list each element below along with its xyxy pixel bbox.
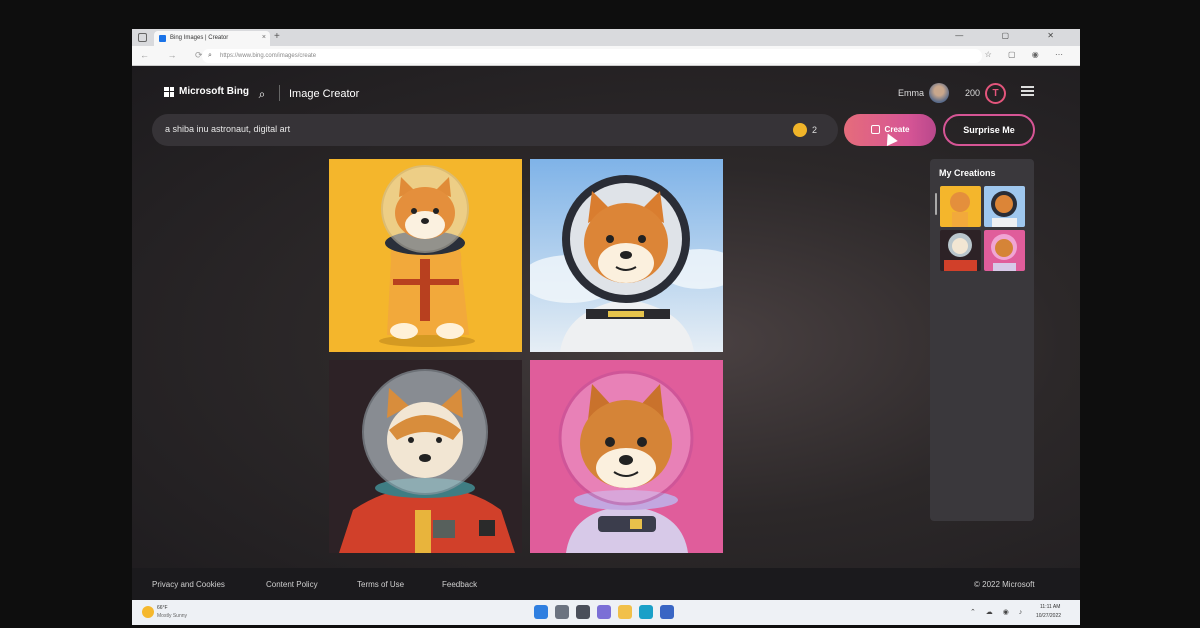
result-image-2[interactable] — [530, 159, 723, 352]
tab-title: Bing Images | Creator — [170, 35, 229, 41]
creation-thumbnail-4[interactable] — [984, 230, 1025, 271]
creation-thumbnail-1[interactable] — [940, 186, 981, 227]
rewards-icon[interactable]: T — [985, 83, 1006, 104]
weather-temp: 66°F — [157, 605, 168, 611]
result-grid — [329, 159, 723, 553]
address-bar-row: ← → ⟳ ⌕ https://www.bing.com/images/crea… — [132, 46, 1080, 66]
brand-name: Microsoft Bing — [179, 86, 249, 97]
file-explorer-icon[interactable] — [618, 605, 632, 619]
page: Microsoft Bing ⌕ Image Creator Emma 200 … — [132, 66, 1080, 568]
creations-scrollbar[interactable] — [935, 193, 937, 215]
start-icon[interactable] — [534, 605, 548, 619]
browser-tools[interactable]: ☆ ▢ ◉ ⋯ — [985, 50, 1070, 59]
lock-icon: ⌕ — [208, 52, 212, 59]
footer-link-feedback[interactable]: Feedback — [442, 580, 477, 589]
creation-thumbnail-2[interactable] — [984, 186, 1025, 227]
edge-browser-icon[interactable] — [639, 605, 653, 619]
shiba-pink-suit-image — [558, 370, 694, 553]
creations-thumbnails — [940, 186, 1025, 271]
bing-logo[interactable]: Microsoft Bing — [164, 86, 249, 97]
bing-favicon-icon — [159, 35, 166, 42]
tab-actions-icon[interactable] — [138, 33, 147, 42]
header-divider — [279, 85, 280, 101]
result-image-3[interactable] — [329, 360, 522, 553]
footer-link-privacy[interactable]: Privacy and Cookies — [152, 580, 225, 589]
creation-thumbnail-3[interactable] — [940, 230, 981, 271]
clock-time[interactable]: 11:11 AM — [1040, 604, 1060, 610]
system-tray-icons[interactable]: ⌃ ☁ ◉ ♪ — [970, 608, 1026, 616]
screen: Bing Images | Creator × + — ▢ ✕ ← → ⟳ ⌕ … — [132, 29, 1080, 625]
result-image-1[interactable] — [329, 159, 522, 352]
clock-date[interactable]: 10/27/2022 — [1036, 613, 1061, 619]
prompt-text[interactable]: a shiba inu astronaut, digital art — [165, 124, 290, 134]
search-icon[interactable]: ⌕ — [252, 84, 272, 104]
taskbar-search-icon[interactable] — [555, 605, 569, 619]
task-view-icon[interactable] — [576, 605, 590, 619]
shiba-red-suit-image — [339, 369, 515, 553]
url-text: https://www.bing.com/images/create — [220, 53, 317, 59]
store-icon[interactable] — [660, 605, 674, 619]
surprise-me-button[interactable]: Surprise Me — [943, 114, 1035, 146]
hamburger-menu-icon[interactable] — [1021, 86, 1034, 97]
my-creations-panel: My Creations — [930, 159, 1034, 521]
address-bar[interactable]: ⌕ https://www.bing.com/images/create — [202, 49, 982, 63]
shiba-white-suit-image — [530, 175, 723, 352]
windows-taskbar: 66°F Mostly Sunny ⌃ ☁ ◉ ♪ 11:11 AM 10/27… — [132, 600, 1080, 625]
footer-link-terms[interactable]: Terms of Use — [357, 580, 404, 589]
taskbar-apps — [534, 605, 674, 619]
shiba-yellow-suit-image — [379, 165, 475, 347]
boost-coin-icon — [793, 123, 807, 137]
page-footer: Privacy and Cookies Content Policy Terms… — [132, 568, 1080, 600]
microsoft-logo-icon — [164, 86, 174, 97]
nav-buttons[interactable]: ← → ⟳ — [140, 50, 211, 61]
footer-copyright: © 2022 Microsoft — [974, 580, 1035, 589]
tab-close-icon[interactable]: × — [262, 34, 266, 41]
weather-sun-icon[interactable] — [142, 606, 154, 618]
result-image-4[interactable] — [530, 360, 723, 553]
brush-icon — [870, 125, 880, 135]
footer-link-content-policy[interactable]: Content Policy — [266, 580, 318, 589]
user-name[interactable]: Emma — [898, 88, 924, 98]
browser-tab[interactable]: Bing Images | Creator × — [154, 31, 270, 46]
product-title: Image Creator — [289, 88, 360, 100]
weather-desc: Mostly Sunny — [157, 613, 188, 619]
my-creations-title: My Creations — [939, 168, 996, 178]
prompt-input[interactable]: a shiba inu astronaut, digital art 2 — [152, 114, 838, 146]
new-tab-button[interactable]: + — [274, 31, 280, 42]
reward-points: 200 — [965, 88, 981, 98]
chat-icon[interactable] — [597, 605, 611, 619]
avatar[interactable] — [929, 83, 949, 103]
boost-count: 2 — [812, 125, 818, 135]
window-controls[interactable]: — ▢ ✕ — [955, 31, 1072, 40]
browser-tab-bar: Bing Images | Creator × + — ▢ ✕ — [132, 29, 1080, 46]
